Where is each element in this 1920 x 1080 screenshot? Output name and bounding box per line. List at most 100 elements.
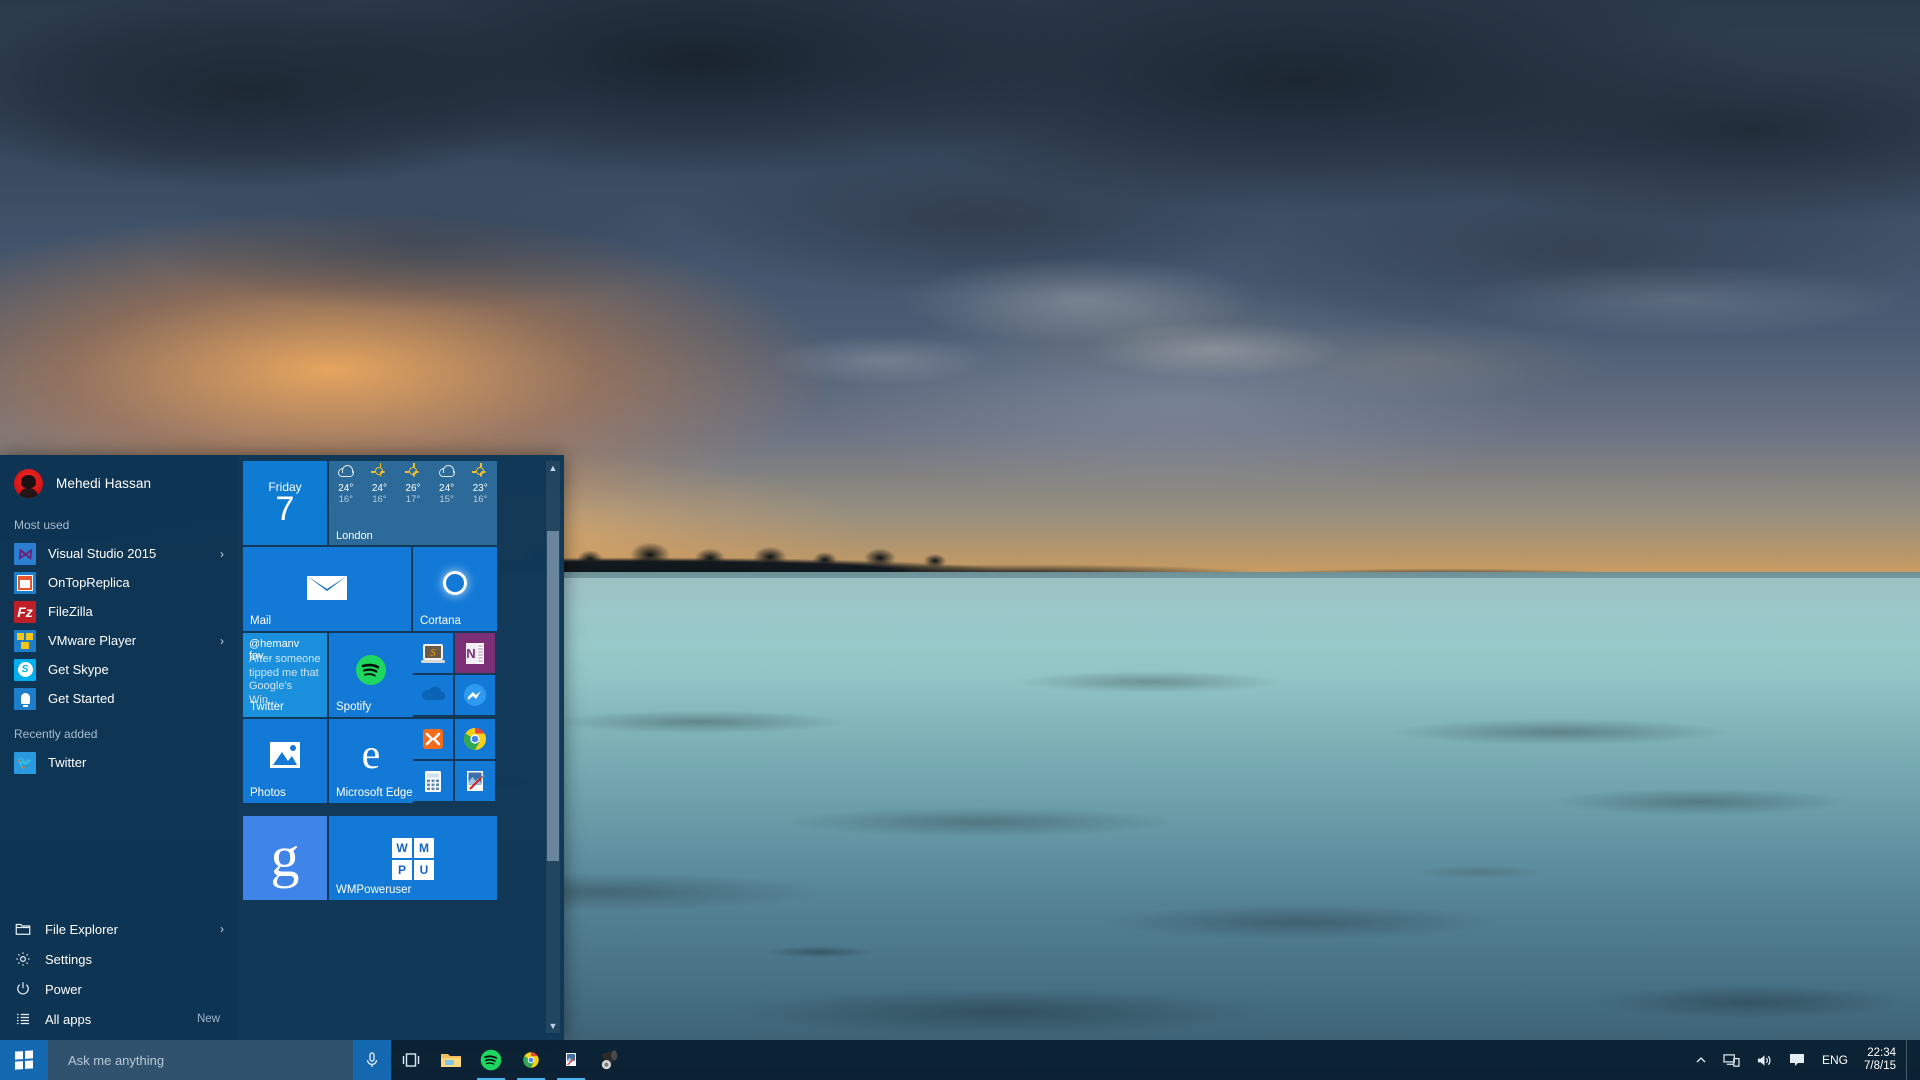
snagit-icon: S: [421, 644, 445, 663]
forecast-high: 23°: [472, 483, 488, 494]
svg-text:N: N: [466, 646, 475, 661]
forecast-high: 24°: [338, 483, 354, 494]
tile-onedrive[interactable]: [413, 675, 453, 715]
sidebar-item-power[interactable]: Power: [0, 974, 238, 1004]
google-icon: g: [270, 824, 300, 889]
start-menu-tile-panel: Friday 7 24° 16° 24° 16° 26° 17° 24° 15°…: [238, 455, 564, 1040]
chevron-right-icon[interactable]: ›: [220, 922, 224, 936]
task-view-icon: [402, 1053, 420, 1067]
tray-language[interactable]: ENG: [1814, 1053, 1856, 1067]
user-account-button[interactable]: Mehedi Hassan: [0, 455, 238, 512]
microphone-button[interactable]: [353, 1040, 391, 1080]
tile-messenger[interactable]: [455, 675, 495, 715]
wmpu-logo-icon: W M P U: [392, 838, 434, 880]
tile-chrome[interactable]: [455, 719, 495, 759]
sun-icon: [368, 463, 390, 481]
sun-icon: [469, 463, 491, 481]
app-label: Visual Studio 2015: [48, 546, 157, 561]
paint-net-icon: [566, 1053, 576, 1066]
tray-network-button[interactable]: [1716, 1040, 1747, 1080]
cortana-ring-icon: [443, 571, 467, 595]
show-desktop-button[interactable]: [1906, 1040, 1914, 1080]
network-icon: [1723, 1053, 1740, 1067]
sidebar-item-label: Power: [45, 981, 82, 997]
sidebar-item-all-apps[interactable]: All apps New: [0, 1004, 238, 1034]
messenger-icon: [464, 684, 486, 706]
xampp-icon: [423, 729, 443, 749]
start-menu[interactable]: Mehedi Hassan Most used ⋈ Visual Studio …: [0, 455, 564, 1040]
tray-action-center-button[interactable]: [1782, 1040, 1812, 1080]
tile-cortana[interactable]: Cortana: [413, 547, 497, 631]
taskbar-item-file-explorer[interactable]: [431, 1040, 471, 1080]
tile-edge[interactable]: e Microsoft Edge: [329, 719, 413, 803]
taskbar-item-audio-app[interactable]: [591, 1040, 631, 1080]
folder-icon: [441, 1054, 461, 1067]
app-item-twitter[interactable]: 🐦 Twitter: [0, 748, 238, 777]
app-item-filezilla[interactable]: Fz FileZilla: [0, 597, 238, 626]
weather-day-number: 7: [275, 490, 295, 528]
tile-twitter[interactable]: @hemanv fav... After someone tipped me t…: [243, 633, 327, 717]
chevron-right-icon[interactable]: ›: [220, 547, 224, 561]
app-item-get-skype[interactable]: S Get Skype: [0, 655, 238, 684]
taskbar-item-paint-net[interactable]: [551, 1040, 591, 1080]
tile-onenote[interactable]: N: [455, 633, 495, 673]
tile-label: WMPoweruser: [336, 884, 412, 896]
tile-photos[interactable]: Photos: [243, 719, 327, 803]
tile-spotify[interactable]: Spotify: [329, 633, 413, 717]
forecast-high: 24°: [371, 483, 387, 494]
tray-clock[interactable]: 22:34 7/8/15: [1858, 1047, 1904, 1073]
edge-icon: e: [361, 732, 381, 778]
photos-icon: [270, 742, 300, 768]
tile-xampp[interactable]: [413, 719, 453, 759]
wmpu-letter: M: [414, 838, 434, 858]
scroll-up-icon[interactable]: ▲: [546, 461, 560, 475]
tile-mail[interactable]: Mail: [243, 547, 411, 631]
tile-google[interactable]: g: [243, 816, 327, 900]
sidebar-item-settings[interactable]: Settings: [0, 944, 238, 974]
twitter-icon: 🐦: [14, 751, 36, 774]
app-item-visual-studio[interactable]: ⋈ Visual Studio 2015 ›: [0, 539, 238, 568]
calculator-icon: [425, 771, 441, 792]
scrollbar-thumb[interactable]: [547, 531, 559, 861]
paint-net-icon: [467, 771, 485, 791]
app-label: Get Skype: [48, 662, 109, 677]
app-item-ontopreplica[interactable]: OnTopReplica: [0, 568, 238, 597]
tiles-scrollbar[interactable]: ▲ ▼: [546, 461, 560, 1033]
clock-time: 22:34: [1867, 1047, 1896, 1059]
chevron-right-icon[interactable]: ›: [220, 634, 224, 648]
filezilla-icon: Fz: [14, 600, 36, 623]
tray-chevron-button[interactable]: [1688, 1040, 1714, 1080]
wmpu-letter: U: [414, 860, 434, 880]
search-placeholder: Ask me anything: [68, 1052, 165, 1068]
tile-snagit[interactable]: S: [413, 633, 453, 673]
get-started-icon: [14, 687, 36, 710]
user-name: Mehedi Hassan: [56, 476, 152, 491]
tile-wmpoweruser[interactable]: W M P U WMPoweruser: [329, 816, 497, 900]
tile-paint-net[interactable]: [455, 761, 495, 801]
taskbar-item-spotify[interactable]: [471, 1040, 511, 1080]
chevron-up-icon: [1696, 1057, 1706, 1063]
all-apps-new-badge: New: [196, 1013, 220, 1025]
app-item-vmware-player[interactable]: VMware Player ›: [0, 626, 238, 655]
search-input[interactable]: Ask me anything: [48, 1040, 353, 1080]
taskbar-item-chrome[interactable]: [511, 1040, 551, 1080]
tile-weather-day[interactable]: Friday 7: [243, 461, 327, 545]
weather-city: London: [336, 530, 373, 542]
avatar[interactable]: [14, 469, 43, 498]
power-icon: [17, 982, 29, 995]
task-view-button[interactable]: [391, 1040, 431, 1080]
weather-forecast-grid: 24° 16° 24° 16° 26° 17° 24° 15° 23° 16°: [329, 461, 497, 523]
sun-icon: [402, 463, 424, 481]
onedrive-cloud-icon: [422, 686, 446, 700]
folder-icon: [15, 923, 31, 935]
sidebar-item-file-explorer[interactable]: File Explorer ›: [0, 914, 238, 944]
spotify-icon: [356, 655, 386, 685]
wmpu-letter: W: [392, 838, 412, 858]
tray-volume-button[interactable]: [1749, 1040, 1780, 1080]
onenote-icon: N: [466, 643, 484, 664]
scroll-down-icon[interactable]: ▼: [546, 1019, 560, 1033]
tile-calculator[interactable]: [413, 761, 453, 801]
start-button[interactable]: [0, 1040, 48, 1080]
app-item-get-started[interactable]: Get Started: [0, 684, 238, 713]
tile-weather-forecast[interactable]: 24° 16° 24° 16° 26° 17° 24° 15° 23° 16° …: [329, 461, 497, 545]
